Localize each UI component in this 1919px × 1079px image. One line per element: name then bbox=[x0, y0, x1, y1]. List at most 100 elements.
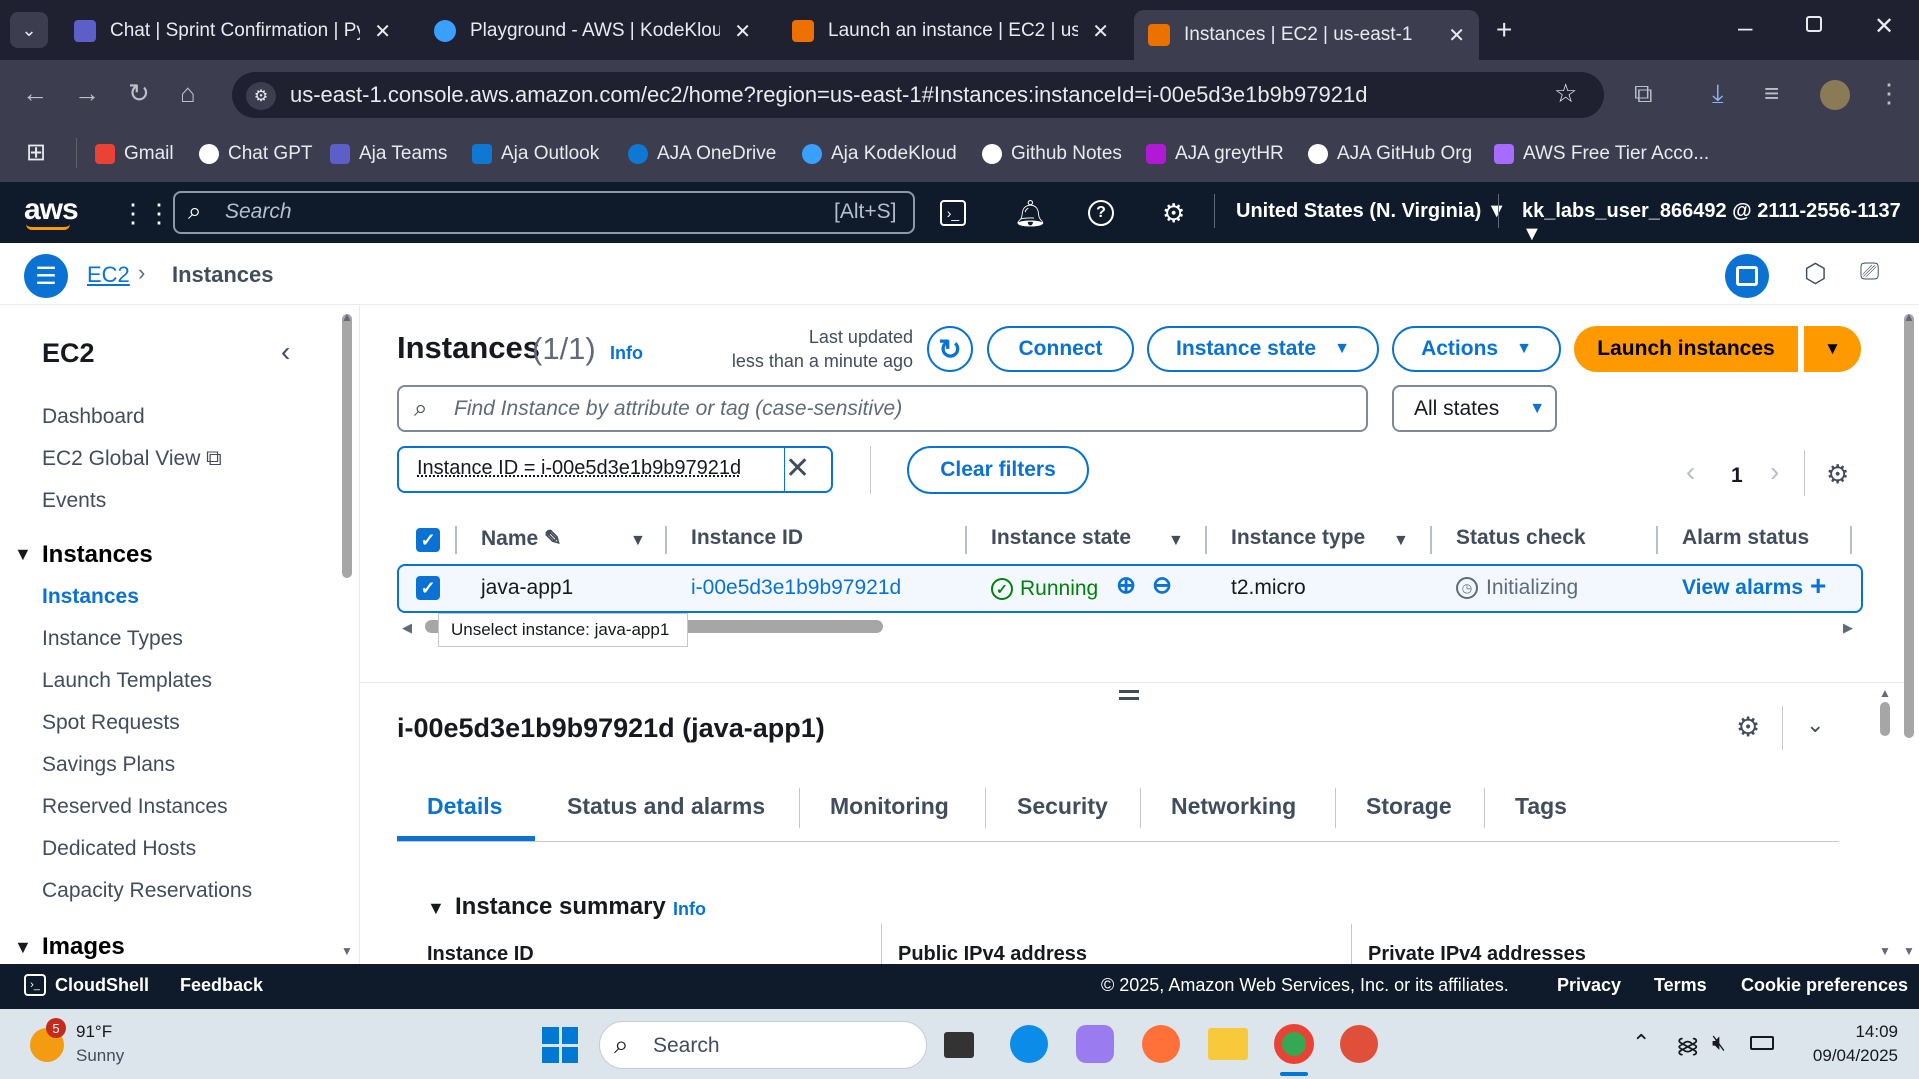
weather-desc[interactable]: Sunny bbox=[76, 1046, 124, 1066]
view-alarms-link[interactable]: View alarms bbox=[1682, 576, 1803, 600]
sidebar-item-global-view[interactable]: EC2 Global View bbox=[42, 447, 200, 471]
region-selector[interactable]: United States (N. Virginia) ▼ bbox=[1236, 200, 1507, 223]
home-icon[interactable]: ⌂ bbox=[180, 78, 196, 109]
scroll-right-icon[interactable]: ▶ bbox=[1843, 620, 1853, 636]
cloudshell-link[interactable]: CloudShell bbox=[55, 975, 149, 996]
firefox-icon[interactable] bbox=[1142, 1025, 1180, 1063]
scroll-left-icon[interactable]: ◀ bbox=[402, 620, 412, 636]
scroll-down-icon[interactable]: ▼ bbox=[1903, 944, 1915, 958]
state-filter-select[interactable]: All states ▼ bbox=[1392, 385, 1557, 432]
file-explorer-icon[interactable] bbox=[1208, 1028, 1248, 1060]
media-control-icon[interactable]: ≡ bbox=[1764, 78, 1779, 109]
sidebar-scrollbar[interactable] bbox=[342, 314, 352, 578]
caret-down-icon[interactable]: ▼ bbox=[427, 898, 445, 919]
bookmark-github-org[interactable]: AJA GitHub Org bbox=[1308, 138, 1472, 170]
restore-button[interactable] bbox=[1806, 16, 1822, 32]
next-page-icon[interactable]: › bbox=[1770, 456, 1779, 488]
chrome-icon[interactable] bbox=[1274, 1024, 1314, 1064]
settings-gear-icon[interactable]: ⚙ bbox=[1162, 198, 1185, 229]
taskbar-search[interactable] bbox=[599, 1021, 927, 1069]
sidebar-item-instances[interactable]: Instances bbox=[42, 585, 139, 609]
instance-state-button[interactable]: Instance state ▼ bbox=[1147, 326, 1379, 372]
new-tab-button[interactable]: + bbox=[1496, 14, 1512, 46]
task-view-icon[interactable] bbox=[944, 1032, 974, 1058]
panel-scrollbar[interactable] bbox=[1880, 702, 1890, 736]
summary-info-link[interactable]: Info bbox=[673, 899, 706, 920]
zoom-out-icon[interactable]: ⊖ bbox=[1152, 571, 1172, 600]
edge-icon[interactable] bbox=[1010, 1025, 1048, 1063]
feedback-link[interactable]: Feedback bbox=[180, 975, 263, 996]
minimize-button[interactable]: – bbox=[1738, 12, 1752, 43]
battery-icon[interactable] bbox=[1750, 1036, 1774, 1050]
aws-logo[interactable]: aws bbox=[24, 193, 79, 227]
clear-filters-button[interactable]: Clear filters bbox=[907, 446, 1089, 494]
panel-settings-gear-icon[interactable]: ⚙ bbox=[1736, 712, 1760, 743]
column-header-instance-id[interactable]: Instance ID bbox=[691, 526, 803, 550]
tab-details[interactable]: Details bbox=[427, 793, 502, 820]
browser-tab[interactable]: Chat | Sprint Confirmation | Pyt ✕ bbox=[60, 10, 405, 52]
screen-icon[interactable]: ⎚ bbox=[1860, 258, 1879, 286]
notifications-bell-icon[interactable]: 🔔︎ bbox=[1014, 198, 1047, 229]
connect-button[interactable]: Connect bbox=[987, 326, 1134, 372]
drag-handle-icon[interactable] bbox=[1119, 690, 1139, 700]
bookmark-star-icon[interactable]: ☆ bbox=[1554, 78, 1577, 109]
cell-instance-id-link[interactable]: i-00e5d3e1b9b97921d bbox=[691, 576, 901, 600]
cloudshell-icon[interactable]: ›_ bbox=[940, 200, 966, 226]
tab-tags[interactable]: Tags bbox=[1515, 793, 1567, 820]
caret-down-icon[interactable]: ▼ bbox=[14, 937, 32, 958]
add-alarm-icon[interactable]: + bbox=[1810, 570, 1826, 602]
column-header-instance-type[interactable]: Instance type bbox=[1231, 526, 1365, 550]
column-header-instance-state[interactable]: Instance state bbox=[991, 526, 1131, 550]
column-header-status-check[interactable]: Status check bbox=[1456, 526, 1586, 550]
bookmark-outlook[interactable]: Aja Outlook bbox=[472, 138, 599, 170]
copilot-icon[interactable] bbox=[1076, 1025, 1114, 1063]
close-icon[interactable]: ✕ bbox=[1448, 23, 1465, 48]
hexagon-icon[interactable]: ⬡ bbox=[1804, 258, 1827, 289]
terms-link[interactable]: Terms bbox=[1654, 975, 1707, 996]
info-link[interactable]: Info bbox=[610, 343, 643, 364]
volume-muted-icon[interactable]: 🔇︎ bbox=[1712, 1030, 1726, 1056]
sidebar-item-events[interactable]: Events bbox=[42, 489, 106, 513]
tab-security[interactable]: Security bbox=[1017, 793, 1108, 820]
bookmark-kodekloud[interactable]: Aja KodeKloud bbox=[802, 138, 957, 170]
close-icon[interactable]: ✕ bbox=[1092, 19, 1109, 44]
sort-caret-icon[interactable]: ▼ bbox=[1393, 532, 1409, 550]
launch-instances-button[interactable]: Launch instances bbox=[1574, 326, 1798, 372]
sidebar-item-instance-types[interactable]: Instance Types bbox=[42, 627, 183, 651]
sidebar-item-capacity-reservations[interactable]: Capacity Reservations bbox=[42, 879, 252, 903]
sidebar-section-images[interactable]: Images bbox=[42, 933, 125, 961]
account-menu[interactable]: kk_labs_user_866492 @ 2111-2556-1137 ▼ bbox=[1522, 200, 1919, 246]
sidebar-section-instances[interactable]: Instances bbox=[42, 541, 153, 569]
column-header-name[interactable]: Name ✎ bbox=[481, 526, 562, 551]
zoom-in-icon[interactable]: ⊕ bbox=[1116, 571, 1136, 600]
tab-search-button[interactable]: ⌄ bbox=[10, 12, 48, 48]
browser-tab-active[interactable]: Instances | EC2 | us-east-1 ✕ bbox=[1134, 10, 1479, 60]
scroll-down-icon[interactable]: ▼ bbox=[341, 944, 353, 958]
sidebar-item-dedicated-hosts[interactable]: Dedicated Hosts bbox=[42, 837, 196, 861]
tab-networking[interactable]: Networking bbox=[1171, 793, 1296, 820]
remove-filter-icon[interactable]: ✕ bbox=[785, 451, 810, 486]
preferences-gear-icon[interactable]: ⚙ bbox=[1826, 459, 1849, 490]
site-info-icon[interactable]: ⚙ bbox=[246, 82, 276, 110]
bookmark-teams[interactable]: Aja Teams bbox=[330, 138, 447, 170]
browser-menu-icon[interactable]: ⋮ bbox=[1876, 78, 1902, 109]
side-nav-toggle-button[interactable]: ☰ bbox=[24, 254, 68, 298]
collapse-chevron-icon[interactable]: ‹ bbox=[281, 336, 290, 368]
bookmark-greythr[interactable]: AJA greytHR bbox=[1146, 138, 1284, 170]
sidebar-item-dashboard[interactable]: Dashboard bbox=[42, 405, 145, 429]
tab-monitoring[interactable]: Monitoring bbox=[830, 793, 949, 820]
scroll-up-icon[interactable]: ▲ bbox=[1903, 310, 1915, 324]
split-panel-toggle-button[interactable] bbox=[1725, 254, 1769, 298]
profile-avatar[interactable] bbox=[1820, 80, 1850, 110]
sidebar-item-savings-plans[interactable]: Savings Plans bbox=[42, 753, 175, 777]
scroll-up-icon[interactable]: ▲ bbox=[341, 310, 353, 324]
refresh-button[interactable]: ↻ bbox=[927, 326, 973, 372]
extensions-icon[interactable]: ⧉ bbox=[1634, 78, 1653, 110]
sidebar-item-spot-requests[interactable]: Spot Requests bbox=[42, 711, 180, 735]
column-header-alarm-status[interactable]: Alarm status bbox=[1682, 526, 1809, 550]
launch-dropdown-button[interactable]: ▼ bbox=[1804, 326, 1861, 372]
scroll-down-icon[interactable]: ▼ bbox=[1879, 944, 1891, 958]
bookmark-gmail[interactable]: Gmail bbox=[95, 138, 174, 170]
page-number[interactable]: 1 bbox=[1731, 464, 1743, 488]
row-checkbox[interactable]: ✓ bbox=[416, 576, 440, 600]
